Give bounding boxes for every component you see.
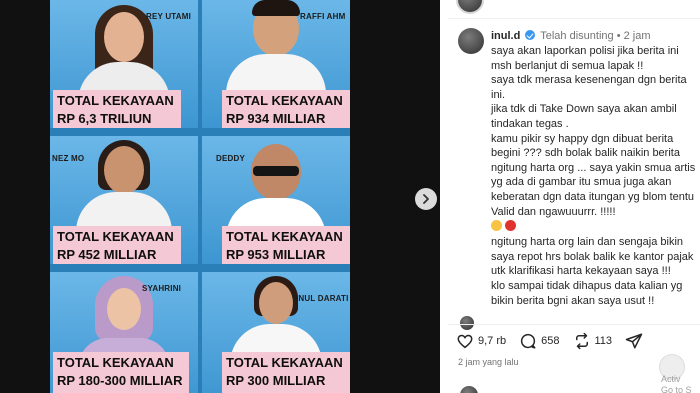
celebrity-name: SYAHRINI	[142, 284, 182, 293]
media-cell: REY UTAMI TOTAL KEKAYAAN RP 6,3 TRILIUN	[50, 0, 198, 128]
wealth-value: RP 934 MILLIAR	[226, 111, 326, 126]
comment-paragraph: klo sampai tidak dihapus data kalian yg …	[491, 279, 683, 307]
post-time: 2 jam yang lalu	[458, 357, 519, 367]
user-avatar[interactable]	[460, 386, 478, 393]
repost-count: 113	[594, 335, 613, 347]
wealth-value: RP 452 MILLIAR	[57, 247, 157, 262]
wealth-value: RP 953 MILLIAR	[226, 247, 326, 262]
media-cell: DEDDY TOTAL KEKAYAAN RP 953 MILLIAR	[202, 136, 350, 264]
wealth-value: RP 6,3 TRILIUN	[57, 111, 152, 126]
wealth-label: TOTAL KEKAYAAN	[57, 229, 174, 244]
comment-paragraph: kamu pikir sy happy dgn dibuat berita be…	[491, 132, 696, 218]
post-media-area: REY UTAMI TOTAL KEKAYAAN RP 6,3 TRILIUN …	[0, 0, 440, 393]
person-hair	[252, 0, 300, 16]
wealth-tag: TOTAL KEKAYAAN RP 452 MILLIAR	[53, 226, 181, 264]
comment-paragraph: jika tdk di Take Down saya akan ambil ti…	[491, 103, 677, 130]
comment-paragraph: ngitung harta org lain dan sengaja bikin…	[491, 236, 694, 278]
wealth-value: RP 300 MILLIAR	[226, 373, 326, 388]
divider	[448, 324, 700, 325]
comments-panel: inul.d Telah disunting • 2 jam saya akan…	[448, 0, 700, 393]
post-image[interactable]: REY UTAMI TOTAL KEKAYAAN RP 6,3 TRILIUN …	[50, 0, 350, 393]
wealth-value: RP 180-300 MILLIAR	[57, 373, 183, 388]
header-avatar[interactable]	[456, 0, 484, 14]
media-cell: NEZ MO TOTAL KEKAYAAN RP 452 MILLIAR	[50, 136, 198, 264]
wealth-label: TOTAL KEKAYAAN	[57, 355, 174, 370]
person-face	[259, 282, 293, 324]
wealth-label: TOTAL KEKAYAAN	[226, 93, 343, 108]
celebrity-name: DEDDY	[216, 154, 246, 163]
comment-time[interactable]: 2 jam	[624, 30, 651, 42]
person-face	[104, 12, 144, 62]
next-comment-avatar[interactable]	[460, 316, 474, 330]
comment-count: 658	[541, 335, 560, 347]
angry-emoji-icon	[505, 220, 516, 232]
wealth-tag: TOTAL KEKAYAAN RP 953 MILLIAR	[222, 226, 350, 264]
media-cell: RAFFI AHM TOTAL KEKAYAAN RP 934 MILLIAR	[202, 0, 350, 128]
edited-label: Telah disunting	[540, 30, 614, 42]
emoji-row	[491, 220, 696, 232]
overlay-text: Activ Go to S	[661, 374, 692, 393]
os-activation-overlay: Activ Go to S	[655, 352, 700, 393]
share-button[interactable]	[625, 332, 643, 350]
repost-button[interactable]: 113	[573, 332, 613, 350]
comment-paragraph: saya tdk merasa kesenengan dgn berita in…	[491, 74, 687, 101]
divider	[448, 18, 700, 19]
like-count: 9,7 rb	[478, 335, 507, 347]
wealth-tag: TOTAL KEKAYAAN RP 934 MILLIAR	[222, 90, 350, 128]
wealth-label: TOTAL KEKAYAAN	[57, 93, 174, 108]
separator-dot: •	[616, 30, 621, 42]
like-button[interactable]: 9,7 rb	[456, 332, 506, 350]
verified-badge-icon	[525, 30, 536, 40]
celebrity-name: REY UTAMI	[146, 12, 192, 21]
celebrity-name: NEZ MO	[52, 154, 85, 163]
media-cell: INUL DARATI TOTAL KEKAYAAN RP 300 MILLIA…	[202, 272, 350, 393]
heart-icon	[457, 334, 473, 349]
wealth-tag: TOTAL KEKAYAAN RP 6,3 TRILIUN	[53, 90, 181, 128]
comment-icon	[521, 333, 536, 349]
wealth-tag: TOTAL KEKAYAAN RP 180-300 MILLIAR	[53, 352, 189, 393]
send-icon	[625, 333, 643, 349]
comment-header: inul.d Telah disunting • 2 jam	[491, 30, 651, 42]
action-bar: 9,7 rb 658 113	[456, 331, 656, 351]
person-face	[107, 288, 141, 330]
person-face	[104, 146, 144, 194]
repost-icon	[575, 332, 588, 350]
wealth-label: TOTAL KEKAYAAN	[226, 355, 343, 370]
sunglasses	[253, 166, 299, 176]
comment-paragraph: saya akan laporkan polisi jika berita in…	[491, 45, 679, 72]
avatar[interactable]	[458, 28, 484, 54]
celebrity-name: RAFFI AHM	[300, 12, 346, 21]
wealth-tag: TOTAL KEKAYAAN RP 300 MILLIAR	[222, 352, 350, 393]
comment-text: saya akan laporkan polisi jika berita in…	[491, 44, 696, 308]
chevron-right-icon	[423, 194, 429, 204]
celebrity-name: INUL DARATI	[296, 294, 349, 303]
next-slide-button[interactable]	[415, 188, 437, 210]
comment-button[interactable]: 658	[519, 332, 560, 350]
grinning-sweat-emoji-icon	[491, 220, 502, 232]
wealth-label: TOTAL KEKAYAAN	[226, 229, 343, 244]
username-link[interactable]: inul.d	[491, 30, 520, 42]
media-cell: SYAHRINI TOTAL KEKAYAAN RP 180-300 MILLI…	[50, 272, 198, 393]
